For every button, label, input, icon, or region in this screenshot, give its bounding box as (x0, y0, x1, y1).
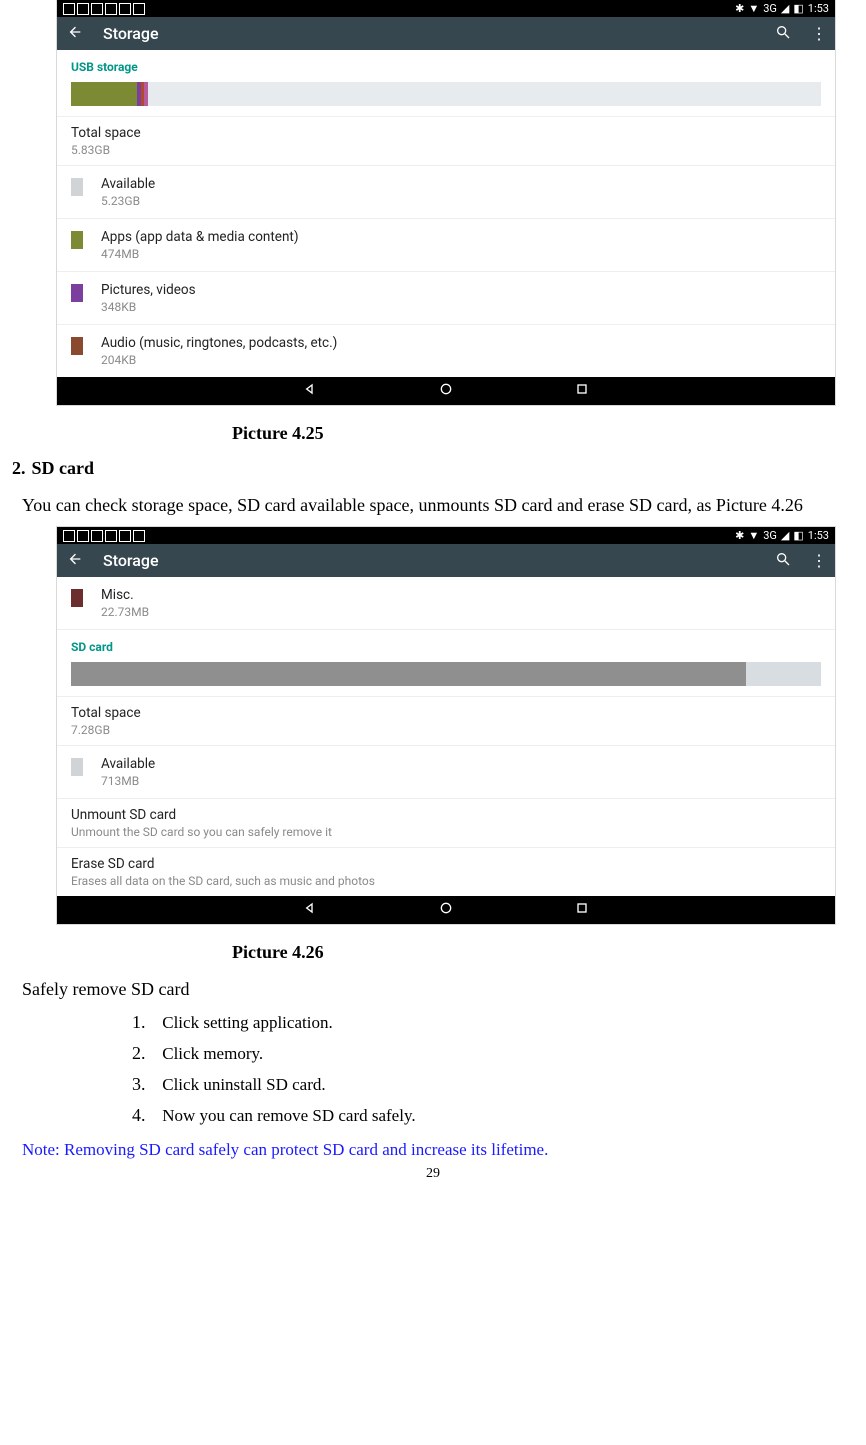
total-space-value: 5.83GB (71, 143, 821, 157)
chip-available (71, 178, 83, 196)
status-left-icons (63, 530, 145, 542)
bluetooth-icon: ✱ (735, 529, 744, 542)
audio-label: Audio (music, ringtones, podcasts, etc.) (101, 335, 337, 351)
storage-bar (71, 82, 821, 106)
bluetooth-icon: ✱ (735, 2, 744, 15)
chip-audio (71, 337, 83, 355)
nav-home-icon[interactable] (438, 381, 454, 402)
back-icon[interactable] (67, 551, 83, 571)
page-number: 29 (12, 1166, 854, 1182)
available-value: 5.23GB (101, 194, 155, 208)
audio-value: 204KB (101, 353, 337, 367)
bar-seg-misc (144, 82, 148, 106)
signal-icon: ▼ (748, 529, 759, 542)
app-bar: Storage ⋮ (57, 544, 835, 577)
section-usb-storage: USB storage (57, 50, 835, 82)
row-apps[interactable]: Apps (app data & media content) 474MB (57, 218, 835, 271)
pictures-value: 348KB (101, 300, 196, 314)
row-sd-total[interactable]: Total space 7.28GB (57, 696, 835, 745)
nav-back-icon[interactable] (302, 900, 318, 921)
step-3: 3. Click uninstall SD card. (132, 1074, 854, 1095)
nav-recent-icon[interactable] (574, 381, 590, 402)
back-icon[interactable] (67, 24, 83, 44)
bar-seg-apps (71, 82, 137, 106)
row-unmount-sd[interactable]: Unmount SD card Unmount the SD card so y… (57, 798, 835, 847)
heading-number: 2. (12, 458, 26, 478)
row-total-space[interactable]: Total space 5.83GB (57, 116, 835, 165)
clock: 1:53 (808, 529, 829, 542)
app-bar-title: Storage (103, 551, 755, 570)
row-erase-sd[interactable]: Erase SD card Erases all data on the SD … (57, 847, 835, 896)
clock: 1:53 (808, 2, 829, 15)
misc-value: 22.73MB (101, 605, 149, 619)
overflow-icon[interactable]: ⋮ (811, 551, 825, 570)
chip-pictures (71, 284, 83, 302)
chip-apps (71, 231, 83, 249)
battery-icon: ◧ (793, 529, 803, 542)
network-label: 3G (763, 529, 777, 542)
section-sd-card: SD card (57, 629, 835, 662)
chip-available (71, 758, 83, 776)
status-bar: ✱ ▼ 3G ◢ ◧ 1:53 (57, 527, 835, 544)
apps-value: 474MB (101, 247, 299, 261)
caption-picture-4-26: Picture 4.26 (232, 942, 854, 963)
erase-sub: Erases all data on the SD card, such as … (71, 874, 821, 888)
nav-bar (57, 377, 835, 405)
caption-picture-4-25: Picture 4.25 (232, 423, 854, 444)
sd-available-value: 713MB (101, 774, 155, 788)
row-misc[interactable]: Misc. 22.73MB (57, 577, 835, 629)
network-label: 3G (763, 2, 777, 15)
row-audio[interactable]: Audio (music, ringtones, podcasts, etc.)… (57, 324, 835, 377)
nav-home-icon[interactable] (438, 900, 454, 921)
paragraph-sd-intro: You can check storage space, SD card ava… (22, 493, 854, 517)
nav-recent-icon[interactable] (574, 900, 590, 921)
sd-storage-bar (71, 662, 821, 686)
status-left-icons (63, 3, 145, 15)
cell-signal-icon: ◢ (781, 529, 789, 542)
steps-list: 1. Click setting application. 2. Click me… (132, 1012, 854, 1126)
sd-bar-used (71, 662, 746, 686)
screenshot-storage-usb: ✱ ▼ 3G ◢ ◧ 1:53 Storage ⋮ USB storage To… (57, 0, 835, 405)
total-space-label: Total space (71, 125, 821, 141)
app-bar-title: Storage (103, 24, 755, 43)
heading-text: SD card (32, 458, 95, 478)
unmount-sub: Unmount the SD card so you can safely re… (71, 825, 821, 839)
overflow-icon[interactable]: ⋮ (811, 24, 825, 43)
row-sd-available[interactable]: Available 713MB (57, 745, 835, 798)
note-text: Note: Removing SD card safely can protec… (22, 1140, 854, 1160)
available-label: Available (101, 176, 155, 192)
step-2: 2. Click memory. (132, 1043, 854, 1064)
cell-signal-icon: ◢ (781, 2, 789, 15)
misc-label: Misc. (101, 587, 149, 603)
step-1: 1. Click setting application. (132, 1012, 854, 1033)
chip-misc (71, 589, 83, 607)
pictures-label: Pictures, videos (101, 282, 196, 298)
nav-back-icon[interactable] (302, 381, 318, 402)
app-bar: Storage ⋮ (57, 17, 835, 50)
apps-label: Apps (app data & media content) (101, 229, 299, 245)
row-available[interactable]: Available 5.23GB (57, 165, 835, 218)
search-icon[interactable] (775, 551, 791, 571)
heading-sd-card: 2. SD card (12, 458, 854, 479)
signal-icon: ▼ (748, 2, 759, 15)
status-right: ✱ ▼ 3G ◢ ◧ 1:53 (735, 529, 829, 542)
status-bar: ✱ ▼ 3G ◢ ◧ 1:53 (57, 0, 835, 17)
step-4: 4. Now you can remove SD card safely. (132, 1105, 854, 1126)
status-right: ✱ ▼ 3G ◢ ◧ 1:53 (735, 2, 829, 15)
nav-bar (57, 896, 835, 924)
unmount-label: Unmount SD card (71, 807, 821, 823)
screenshot-storage-sd: ✱ ▼ 3G ◢ ◧ 1:53 Storage ⋮ Misc. 22.73MB … (57, 527, 835, 924)
row-pictures[interactable]: Pictures, videos 348KB (57, 271, 835, 324)
sd-total-label: Total space (71, 705, 821, 721)
erase-label: Erase SD card (71, 856, 821, 872)
safe-remove-title: Safely remove SD card (22, 977, 854, 1001)
sd-total-value: 7.28GB (71, 723, 821, 737)
battery-icon: ◧ (793, 2, 803, 15)
sd-available-label: Available (101, 756, 155, 772)
search-icon[interactable] (775, 24, 791, 44)
